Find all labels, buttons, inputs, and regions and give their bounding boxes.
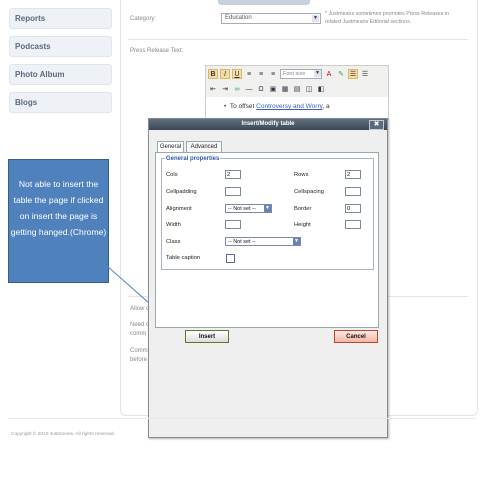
cols-input[interactable]: 2 — [225, 170, 241, 179]
cellspacing-input[interactable] — [345, 187, 361, 196]
alignment-value: -- Not set -- — [228, 206, 256, 212]
insert-button[interactable]: Insert — [185, 330, 229, 343]
class-select[interactable]: -- Not set -- ▼ — [225, 237, 301, 246]
rows-input[interactable]: 2 — [345, 170, 361, 179]
cellpadding-label: Cellpadding — [166, 189, 197, 195]
cols-label: Cols — [166, 172, 178, 178]
class-label: Class — [166, 239, 181, 245]
fieldset-legend: General properties — [165, 156, 221, 162]
border-input[interactable]: 0 — [345, 204, 361, 213]
chevron-down-icon: ▼ — [264, 205, 271, 212]
cellpadding-input[interactable] — [225, 187, 241, 196]
height-input[interactable] — [345, 220, 361, 229]
alignment-label: Alignment — [166, 206, 192, 212]
rows-label: Rows — [294, 172, 309, 178]
caption-checkbox[interactable] — [226, 254, 235, 263]
height-label: Height — [294, 222, 311, 228]
tab-panel-general: General properties Cols 2 Rows 2 Cellpad… — [155, 152, 379, 328]
close-icon[interactable]: ✖ — [369, 120, 384, 130]
insert-table-dialog: Insert/Modify table ✖ General Advanced G… — [148, 118, 388, 438]
width-input[interactable] — [225, 220, 241, 229]
class-value: -- Not set -- — [228, 239, 256, 245]
caption-label: Table caption — [166, 255, 201, 261]
general-properties-fieldset: General properties Cols 2 Rows 2 Cellpad… — [161, 156, 374, 270]
tab-advanced[interactable]: Advanced — [186, 141, 222, 152]
dialog-title: Insert/Modify table — [149, 119, 387, 130]
cancel-button[interactable]: Cancel — [334, 330, 378, 343]
alignment-select[interactable]: -- Not set -- ▼ — [225, 204, 272, 213]
width-label: Width — [166, 222, 181, 228]
footer-divider — [8, 418, 476, 419]
chevron-down-icon: ▼ — [293, 238, 300, 245]
copyright-text: Copyright © 2010 Justmeans. All rights r… — [11, 432, 116, 437]
cellspacing-label: Cellspacing — [294, 189, 324, 195]
border-label: Border — [294, 206, 312, 212]
